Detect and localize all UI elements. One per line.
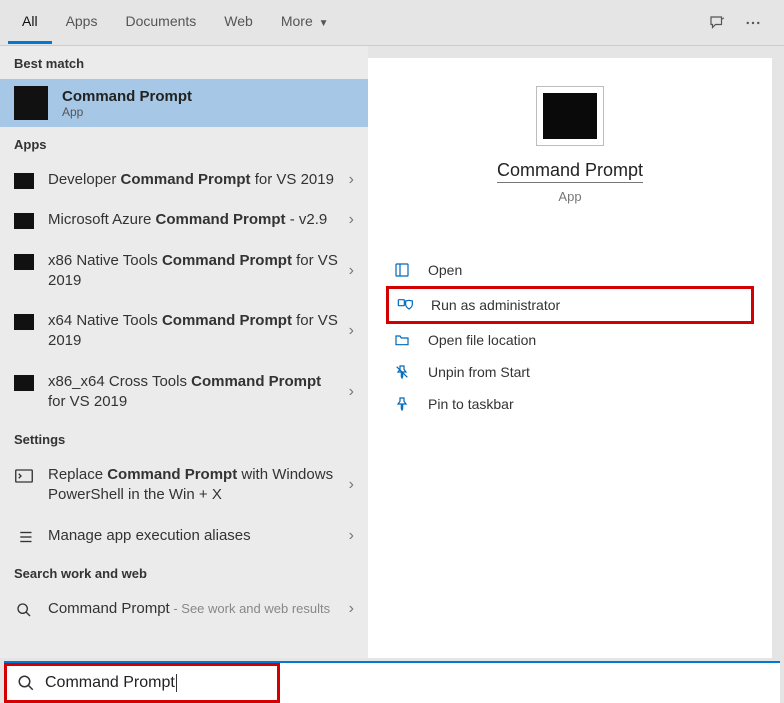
result-label: x64 Native Tools Command Prompt for VS 2… <box>48 311 349 352</box>
chevron-right-icon[interactable]: › <box>349 211 354 229</box>
shield-icon <box>393 297 417 313</box>
result-label: Microsoft Azure Command Prompt - v2.9 <box>48 210 349 230</box>
action-open-file-location[interactable]: Open file location <box>386 324 754 356</box>
cmd-icon <box>14 314 34 330</box>
cmd-icon <box>14 213 34 229</box>
unpin-icon <box>390 364 414 380</box>
cmd-icon <box>14 86 48 120</box>
tab-web[interactable]: Web <box>210 1 267 44</box>
action-pin-to-taskbar[interactable]: Pin to taskbar <box>386 388 754 420</box>
terminal-icon <box>14 468 34 484</box>
section-settings: Settings <box>0 422 368 455</box>
action-label: Unpin from Start <box>428 364 530 380</box>
web-result[interactable]: Command Prompt - See work and web result… <box>0 589 368 629</box>
tab-apps[interactable]: Apps <box>52 1 112 44</box>
chevron-right-icon[interactable]: › <box>349 476 354 494</box>
tab-more-label: More <box>281 13 313 29</box>
search-icon <box>14 602 34 618</box>
topbar-actions <box>708 14 776 32</box>
best-match-subtitle: App <box>62 105 192 119</box>
tab-more[interactable]: More ▼ <box>267 1 343 44</box>
app-result[interactable]: Developer Command Prompt for VS 2019 › <box>0 160 368 200</box>
action-unpin-from-start[interactable]: Unpin from Start <box>386 356 754 388</box>
chevron-right-icon[interactable]: › <box>349 322 354 340</box>
section-apps: Apps <box>0 127 368 160</box>
app-result[interactable]: x86 Native Tools Command Prompt for VS 2… <box>0 241 368 302</box>
tab-documents[interactable]: Documents <box>111 1 210 44</box>
result-label: Replace Command Prompt with Windows Powe… <box>48 465 349 506</box>
detail-subtitle: App <box>558 189 581 204</box>
action-run-as-administrator[interactable]: Run as administrator <box>386 286 754 324</box>
pin-icon <box>390 396 414 412</box>
tabs: All Apps Documents Web More ▼ <box>8 1 343 44</box>
action-label: Run as administrator <box>431 297 560 313</box>
cmd-icon <box>14 254 34 270</box>
result-label: Developer Command Prompt for VS 2019 <box>48 170 349 190</box>
more-options-icon[interactable] <box>744 14 762 32</box>
result-label: x86_x64 Cross Tools Command Prompt for V… <box>48 372 349 413</box>
best-match-item[interactable]: Command Prompt App <box>0 79 368 127</box>
detail-title[interactable]: Command Prompt <box>497 160 643 183</box>
setting-result[interactable]: Manage app execution aliases › <box>0 516 368 556</box>
list-icon <box>14 529 34 545</box>
chevron-right-icon[interactable]: › <box>349 600 354 618</box>
section-work-web: Search work and web <box>0 556 368 589</box>
open-icon <box>390 262 414 278</box>
detail-thumbnail <box>536 86 604 146</box>
top-tab-bar: All Apps Documents Web More ▼ <box>0 0 784 46</box>
chevron-right-icon[interactable]: › <box>349 527 354 545</box>
app-result[interactable]: x64 Native Tools Command Prompt for VS 2… <box>0 301 368 362</box>
search-input[interactable]: Command Prompt <box>4 663 280 703</box>
cmd-icon <box>14 173 34 189</box>
result-label: x86 Native Tools Command Prompt for VS 2… <box>48 251 349 292</box>
action-label: Open <box>428 262 462 278</box>
section-best-match: Best match <box>0 46 368 79</box>
chevron-right-icon[interactable]: › <box>349 262 354 280</box>
cmd-icon <box>14 375 34 391</box>
chevron-down-icon: ▼ <box>319 18 329 29</box>
app-result[interactable]: Microsoft Azure Command Prompt - v2.9 › <box>0 200 368 240</box>
detail-panel: Command Prompt App Open Run as administr… <box>368 58 772 658</box>
folder-icon <box>390 332 414 348</box>
search-bar: Command Prompt <box>4 661 780 703</box>
action-label: Open file location <box>428 332 536 348</box>
tab-all[interactable]: All <box>8 1 52 44</box>
feedback-icon[interactable] <box>708 14 726 32</box>
results-panel: Best match Command Prompt App Apps Devel… <box>0 46 368 658</box>
action-label: Pin to taskbar <box>428 396 514 412</box>
best-match-title: Command Prompt <box>62 88 192 105</box>
chevron-right-icon[interactable]: › <box>349 171 354 189</box>
setting-result[interactable]: Replace Command Prompt with Windows Powe… <box>0 455 368 516</box>
result-label: Manage app execution aliases <box>48 526 349 546</box>
search-icon <box>17 674 35 692</box>
result-label: Command Prompt - See work and web result… <box>48 599 349 619</box>
action-open[interactable]: Open <box>386 254 754 286</box>
search-query-text: Command Prompt <box>45 674 177 692</box>
app-result[interactable]: x86_x64 Cross Tools Command Prompt for V… <box>0 362 368 423</box>
chevron-right-icon[interactable]: › <box>349 383 354 401</box>
